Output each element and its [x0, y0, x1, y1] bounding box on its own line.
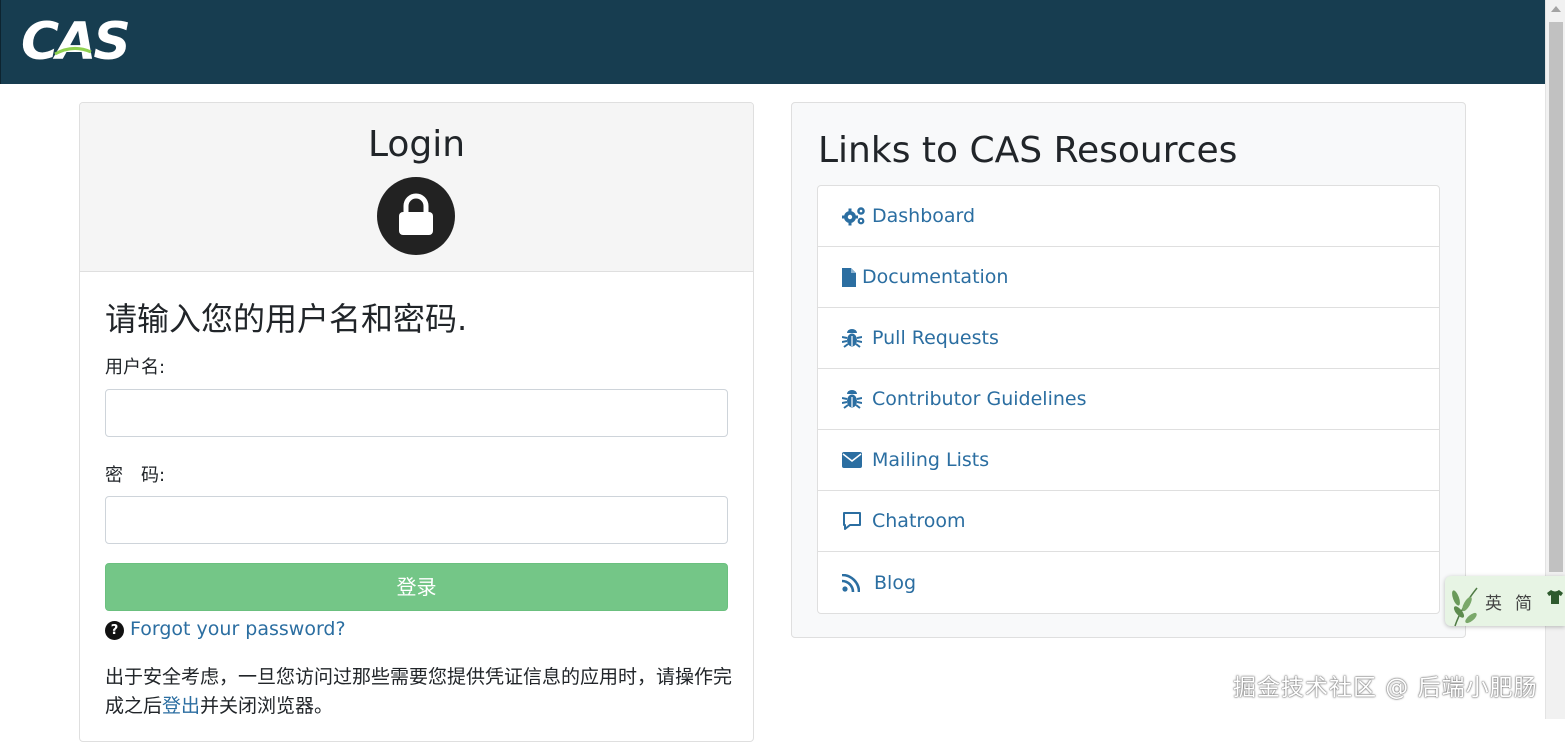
resource-label[interactable]: Contributor Guidelines	[872, 388, 1086, 410]
security-notice: 出于安全考虑，一旦您访问过那些需要您提供凭证信息的应用时，请操作完成之后登出并关…	[105, 663, 735, 721]
resource-label[interactable]: Mailing Lists	[872, 449, 989, 471]
login-card-header: Login	[80, 103, 753, 272]
comment-icon	[842, 511, 868, 531]
tshirt-icon[interactable]	[1547, 590, 1563, 604]
scroll-up-arrow-icon[interactable]	[1551, 6, 1561, 12]
file-icon	[842, 267, 858, 287]
resources-card: Links to CAS Resources Dashboard Documen…	[791, 102, 1466, 638]
rss-icon	[842, 573, 870, 592]
login-submit-button[interactable]: 登录	[105, 563, 728, 611]
resource-label[interactable]: Dashboard	[872, 205, 975, 227]
login-title: Login	[367, 124, 466, 165]
resource-link-pull-requests[interactable]: Pull Requests	[818, 308, 1439, 369]
logout-link[interactable]: 登出	[162, 695, 200, 717]
resources-list: Dashboard Documentation Pull Requests Co…	[817, 185, 1440, 614]
cogs-icon	[842, 206, 868, 226]
resource-label[interactable]: Documentation	[862, 266, 1008, 288]
resource-label[interactable]: Pull Requests	[872, 327, 999, 349]
resource-link-documentation[interactable]: Documentation	[818, 247, 1439, 308]
top-navbar: CAS	[0, 0, 1545, 84]
translate-english-option[interactable]: 英	[1485, 589, 1502, 614]
translate-widget[interactable]: 英 简	[1445, 576, 1565, 627]
leaf-icon	[1452, 587, 1478, 627]
envelope-icon	[842, 452, 868, 468]
watermark-text: 掘金技术社区 @ 后端小肥肠	[1233, 675, 1538, 701]
username-label: 用户名:	[105, 357, 166, 378]
forgot-password-link[interactable]: ? Forgot your password?	[105, 615, 346, 643]
resource-link-blog[interactable]: Blog	[818, 552, 1439, 613]
login-prompt: 请输入您的用户名和密码.	[105, 300, 468, 338]
bug-icon	[842, 389, 868, 409]
login-card: Login 请输入您的用户名和密码. 用户名: 密 码: 登录 ? Forgot …	[79, 102, 754, 742]
resource-link-dashboard[interactable]: Dashboard	[818, 186, 1439, 247]
resource-label[interactable]: Chatroom	[872, 510, 966, 532]
resource-label[interactable]: Blog	[874, 572, 916, 594]
password-label: 密 码:	[105, 465, 166, 486]
translate-simplified-option[interactable]: 简	[1515, 589, 1532, 614]
scrollbar-thumb[interactable]	[1549, 22, 1563, 572]
resource-link-chatroom[interactable]: Chatroom	[818, 491, 1439, 552]
lock-icon	[377, 177, 455, 255]
bug-icon	[842, 328, 868, 348]
forgot-password-label[interactable]: Forgot your password?	[130, 618, 346, 640]
question-circle-icon: ?	[105, 621, 124, 640]
notice-text-after: 并关闭浏览器。	[200, 695, 334, 717]
logo-swoosh-icon	[54, 47, 92, 56]
password-input[interactable]	[105, 496, 728, 544]
username-input[interactable]	[105, 389, 728, 437]
resources-title: Links to CAS Resources	[818, 130, 1238, 171]
resource-link-mailing-lists[interactable]: Mailing Lists	[818, 430, 1439, 491]
resource-link-contributor-guidelines[interactable]: Contributor Guidelines	[818, 369, 1439, 430]
